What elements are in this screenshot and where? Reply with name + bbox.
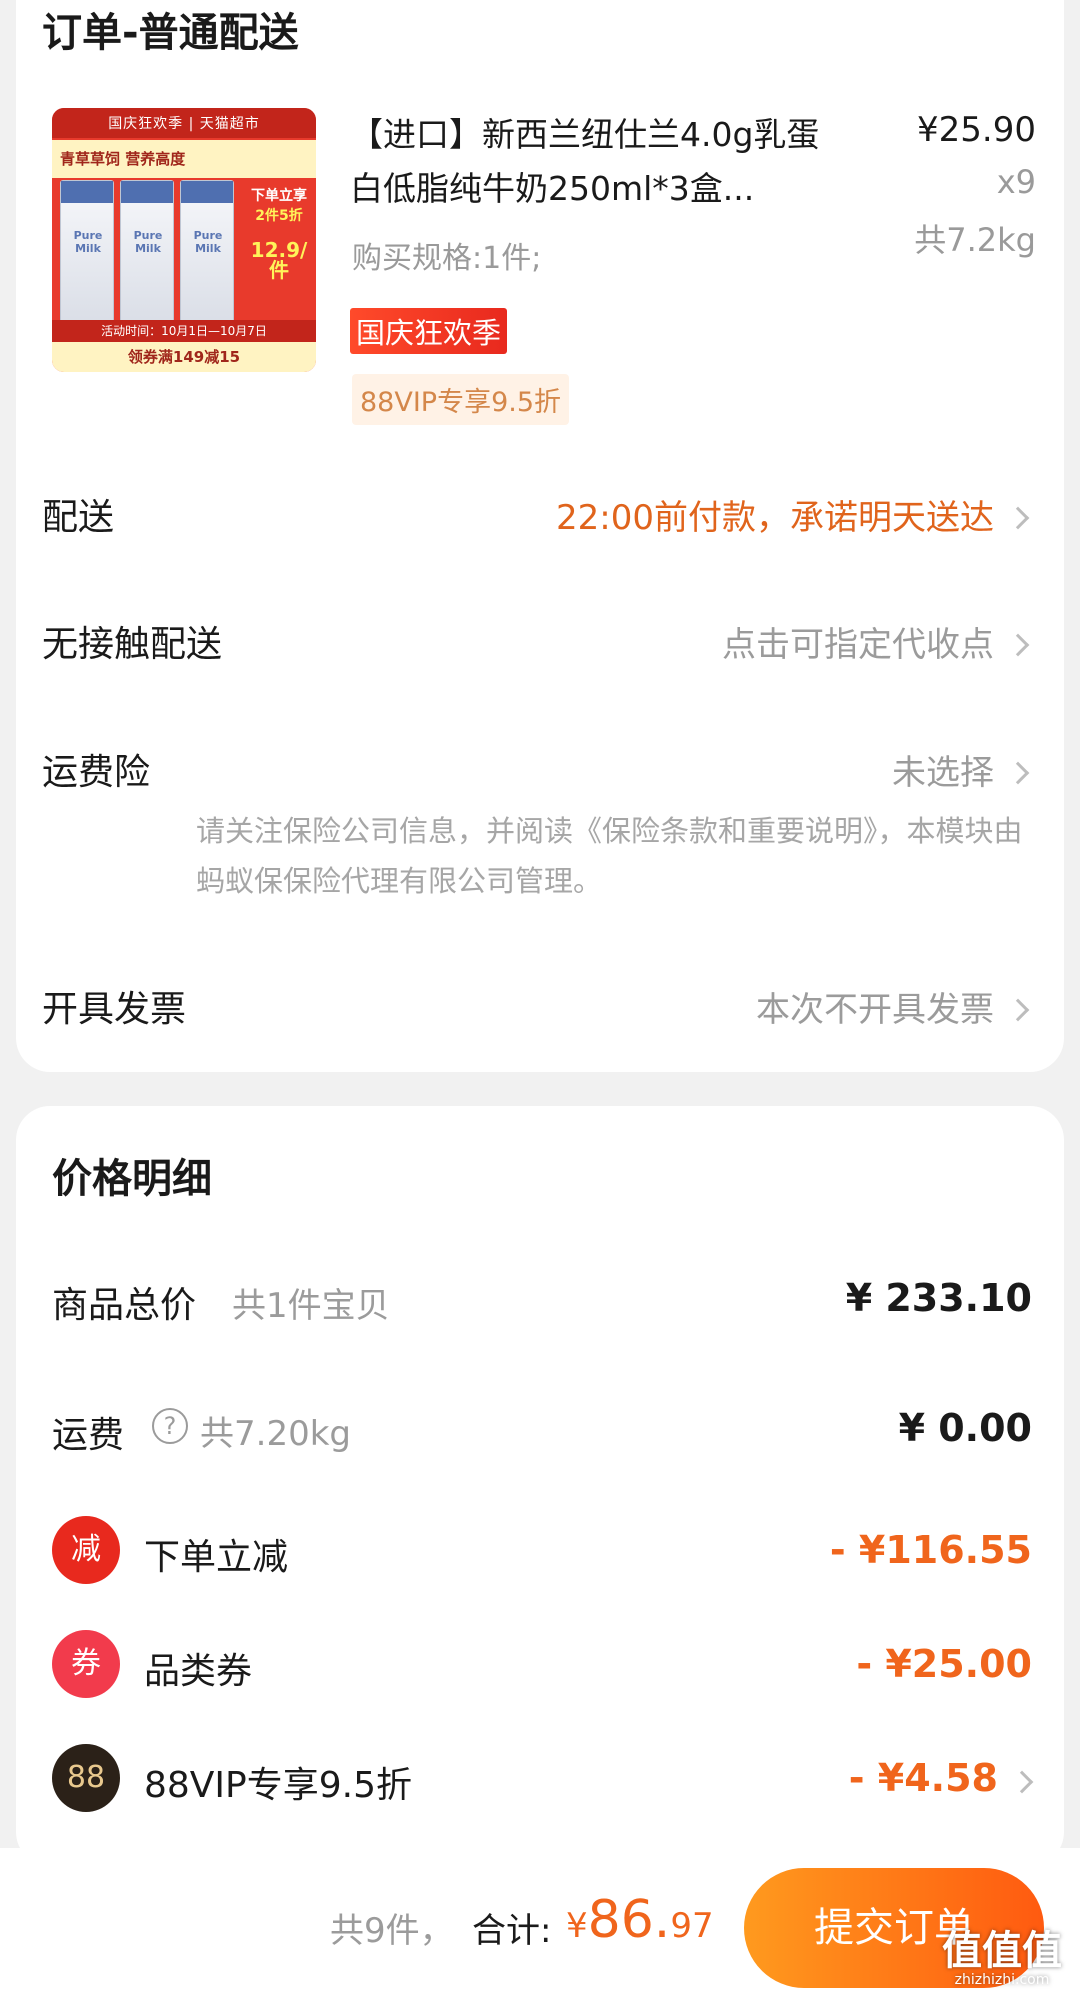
goods-total-sub: 共1件宝贝 xyxy=(232,1286,390,1326)
discount-label: 下单立减 xyxy=(144,1537,289,1578)
checkout-bar: 共9件， 合计: ¥86.97 提交订单 xyxy=(0,1848,1080,2011)
delivery-label: 配送 xyxy=(42,497,115,538)
discount-label: 88VIP专享9.5折 xyxy=(144,1765,413,1806)
product-weight: 共7.2kg xyxy=(914,221,1036,259)
discount-value: - ¥4.58 xyxy=(848,1756,998,1800)
price-detail-card: 价格明细 商品总价 共1件宝贝 ¥ 233.10 运费 ? 共7.20kg ¥ … xyxy=(16,1106,1064,1866)
instant-discount-icon: 减 xyxy=(52,1516,120,1584)
insurance-note: 请关注保险公司信息，并阅读《保险条款和重要说明》，本模块由蚂蚁保保险代理有限公司… xyxy=(196,814,1023,898)
vip-discount-tag: 88VIP专享9.5折 xyxy=(352,374,570,425)
thumb-top-banner: 国庆狂欢季 | 天猫超市 xyxy=(52,108,316,138)
help-icon[interactable]: ? xyxy=(152,1408,188,1444)
festival-tag: 国庆狂欢季 xyxy=(350,308,508,354)
milk-carton-image: Pure Milk xyxy=(180,180,234,330)
total-label: 合计: xyxy=(472,1911,552,1951)
total-amount: ¥86.97 xyxy=(566,1890,714,1950)
chevron-right-icon xyxy=(1006,761,1030,785)
shipping-weight: 共7.20kg xyxy=(200,1414,351,1454)
discount-label: 品类券 xyxy=(144,1651,253,1692)
product-price: ¥25.90 xyxy=(917,110,1036,150)
thumb-event-time: 活动时间：10月1日—10月7日 xyxy=(52,320,316,342)
price-section-title: 价格明细 xyxy=(52,1156,212,1202)
coupon-ticket-icon: 券 xyxy=(52,1630,120,1698)
thumb-band: 青草草饲 营养高度 xyxy=(52,140,316,178)
discount-value: - ¥116.55 xyxy=(829,1528,1032,1572)
milk-carton-image: Pure Milk xyxy=(60,180,114,330)
thumb-coupon: 领券满149减15 xyxy=(52,342,316,372)
milk-carton-image: Pure Milk xyxy=(120,180,174,330)
order-section-title: 订单-普通配送 xyxy=(42,10,299,56)
contactless-label: 无接触配送 xyxy=(42,624,223,665)
delivery-value: 22:00前付款，承诺明天送达 xyxy=(556,498,994,538)
insurance-value: 未选择 xyxy=(892,753,994,793)
chevron-right-icon xyxy=(1010,1770,1034,1794)
invoice-label: 开具发票 xyxy=(42,989,187,1030)
item-count: 共9件， xyxy=(330,1911,454,1951)
product-thumbnail[interactable]: 国庆狂欢季 | 天猫超市 青草草饲 营养高度 Pure Milk Pure Mi… xyxy=(52,108,316,372)
thumb-promo: 下单立享 2件5折 12.9/件 xyxy=(250,188,308,282)
goods-total-value: ¥ 233.10 xyxy=(845,1276,1032,1320)
product-quantity: x9 xyxy=(996,163,1036,201)
insurance-label: 运费险 xyxy=(42,752,151,793)
shipping-label: 运费 xyxy=(52,1415,125,1456)
watermark-logo: 值值值 zhizhizhi.com xyxy=(942,1928,1062,1988)
invoice-value: 本次不开具发票 xyxy=(756,990,994,1030)
goods-total-label: 商品总价 xyxy=(52,1285,197,1326)
product-title[interactable]: 【进口】新西兰纽仕兰4.0g乳蛋白低脂纯牛奶250ml*3盒... xyxy=(350,108,835,216)
shipping-value: ¥ 0.00 xyxy=(898,1406,1032,1450)
chevron-right-icon xyxy=(1006,998,1030,1022)
discount-value: - ¥25.00 xyxy=(856,1642,1032,1686)
chevron-right-icon xyxy=(1006,506,1030,530)
order-card: 订单-普通配送 国庆狂欢季 | 天猫超市 青草草饲 营养高度 Pure Milk… xyxy=(16,0,1064,1072)
vip88-icon: 88 xyxy=(52,1744,120,1812)
chevron-right-icon xyxy=(1006,633,1030,657)
contactless-value: 点击可指定代收点 xyxy=(722,625,994,665)
product-spec: 购买规格:1件; xyxy=(352,241,542,276)
